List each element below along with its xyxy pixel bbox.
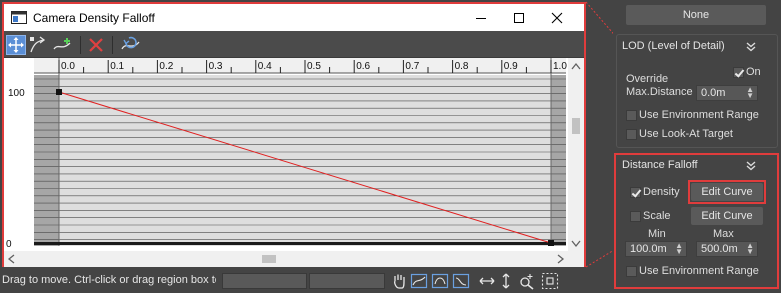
lod-use-look-at-checkbox[interactable] [626, 129, 637, 140]
lod-on-label: On [746, 66, 761, 78]
falloff-use-env-range-checkbox[interactable] [626, 266, 637, 277]
collapse-chevron-icon[interactable] [745, 42, 757, 52]
density-label: Density [643, 186, 680, 198]
max-distance-value: 500.0m [701, 243, 738, 255]
status-bar: Drag to move. Ctrl-click or drag region … [0, 269, 600, 293]
pan-hand-icon[interactable] [390, 272, 408, 290]
spinner-arrows-icon[interactable]: ▲ ▼ [746, 86, 754, 100]
spinner-arrows-icon[interactable]: ▲ ▼ [746, 242, 754, 256]
collapse-chevron-icon[interactable] [745, 161, 757, 171]
lod-override-label: Override [626, 73, 669, 85]
lod-max-distance-value: 0.0m [701, 87, 726, 99]
zoom-icon[interactable] [518, 272, 536, 290]
zoom-extents-icon[interactable] [410, 272, 428, 290]
zoom-vertical-arrows-icon[interactable] [497, 272, 515, 290]
none-button[interactable]: None [626, 5, 766, 25]
properties-panel: None LOD (Level of Detail) On Override M… [613, 0, 781, 293]
min-distance-value: 100.0m [630, 243, 667, 255]
zoom-horizontal-arrows-icon[interactable] [478, 272, 496, 290]
min-distance-spinner[interactable]: 100.0m ▲ ▼ [625, 241, 687, 257]
lod-override-checkbox[interactable] [733, 67, 744, 78]
lod-rollout-title[interactable]: LOD (Level of Detail) [622, 40, 725, 56]
lod-max-distance-spinner[interactable]: 0.0m ▲ ▼ [696, 85, 758, 101]
spinner-arrows-icon[interactable]: ▲ ▼ [675, 242, 683, 256]
scale-label: Scale [643, 210, 671, 222]
status-field-y[interactable] [309, 273, 385, 289]
status-field-x[interactable] [222, 273, 307, 289]
lod-use-look-at-label: Use Look-At Target [639, 128, 733, 140]
falloff-use-env-range-label: Use Environment Range [639, 265, 759, 277]
distance-falloff-rollout-title[interactable]: Distance Falloff [622, 159, 698, 175]
zoom-region-icon[interactable] [541, 272, 559, 290]
status-message: Drag to move. Ctrl-click or drag region … [2, 274, 216, 286]
lod-use-env-range-checkbox[interactable] [626, 110, 637, 121]
zoom-horizontal-icon[interactable] [431, 272, 449, 290]
zoom-vertical-icon[interactable] [452, 272, 470, 290]
edit-curve-scale-button[interactable]: Edit Curve [691, 207, 763, 225]
min-label: Min [648, 228, 666, 240]
scale-checkbox[interactable] [630, 211, 641, 222]
density-checkbox[interactable] [630, 187, 641, 198]
lod-max-distance-label: Max.Distance [626, 86, 693, 98]
lod-use-env-range-label: Use Environment Range [639, 109, 759, 121]
edit-curve-density-button[interactable]: Edit Curve [691, 183, 763, 201]
max-label: Max [713, 228, 734, 240]
max-distance-spinner[interactable]: 500.0m ▲ ▼ [696, 241, 758, 257]
